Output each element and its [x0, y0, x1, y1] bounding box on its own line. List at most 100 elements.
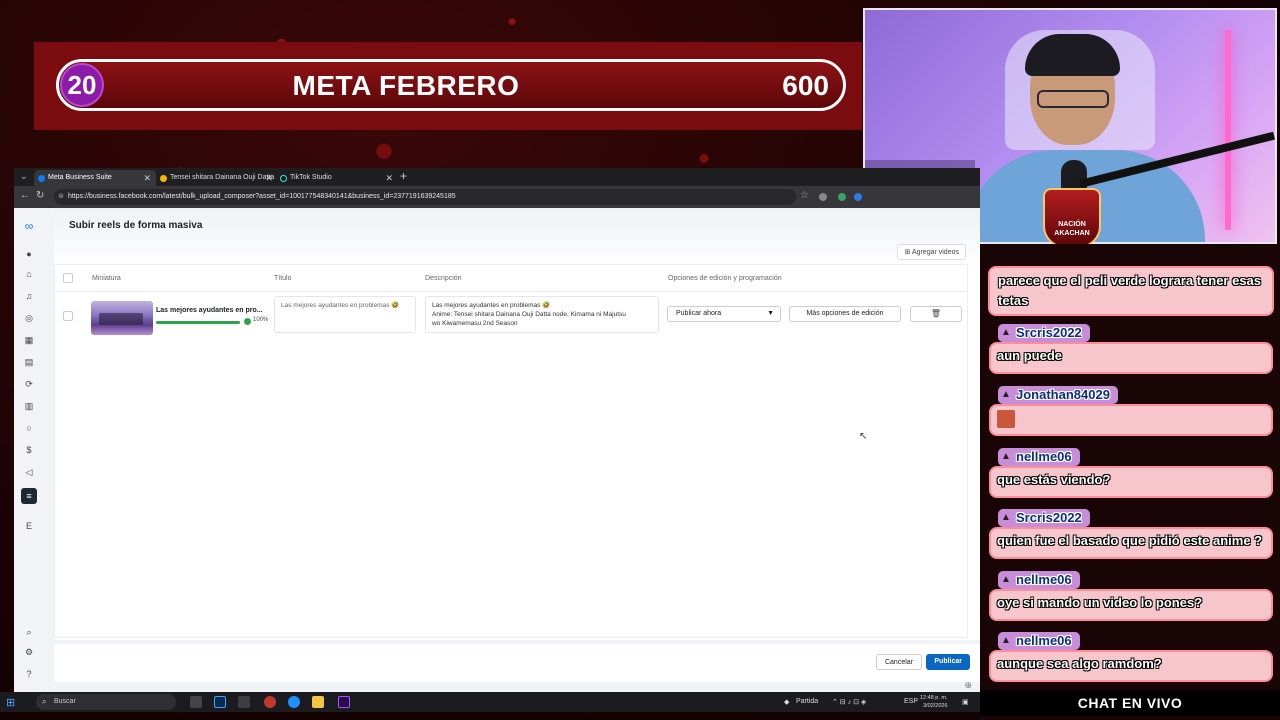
upload-progress-fill [156, 321, 240, 324]
extension-icon[interactable] [854, 193, 862, 201]
windows-start-icon[interactable]: ⊞ [6, 696, 15, 709]
activity-icon[interactable]: ○ [21, 420, 37, 436]
clock-time: 12:48 p. m. [920, 695, 948, 701]
column-header-thumbnail: Miniatura [92, 275, 121, 282]
description-line: wo Kiwamemasu 2nd Season [432, 320, 518, 327]
new-tab-button[interactable]: + [400, 169, 407, 183]
insights-icon[interactable]: ▥ [21, 398, 37, 414]
notifications-icon[interactable]: ▣ [962, 698, 969, 706]
add-videos-label: Agregar videos [911, 249, 959, 256]
column-header-title: Título [274, 275, 292, 282]
chat-username-text: nellme06 [1016, 449, 1072, 464]
extension-icon[interactable] [838, 193, 846, 201]
app-icon[interactable] [264, 696, 276, 708]
more-edit-options-button[interactable]: Más opciones de edición [789, 306, 901, 322]
video-title: Las mejores ayudantes en pro... [156, 307, 263, 314]
chat-username-text: nellme06 [1016, 633, 1072, 648]
description-field[interactable]: Las mejores ayudantes en problemas 🤣 Ani… [425, 296, 659, 333]
tiktok-icon [280, 175, 287, 182]
app-icon[interactable] [238, 696, 250, 708]
upload-progress-bar [156, 321, 240, 324]
tab-label: Meta Business Suite [48, 174, 112, 181]
megaphone-icon[interactable]: ◁ [21, 464, 37, 480]
chat-footer-title: CHAT EN VIVO [980, 690, 1280, 716]
upload-table: Miniatura Título Descripción Opciones de… [54, 264, 968, 638]
feedback-icon[interactable]: ⊕ [964, 680, 972, 691]
chat-username: ▲ Srcris2022 [998, 509, 1090, 527]
search-icon[interactable]: ⌕ [21, 624, 37, 640]
add-videos-button[interactable]: ⊞ Agregar videos [897, 244, 966, 260]
chat-username-text: nellme06 [1016, 572, 1072, 587]
bookmark-star-icon[interactable]: ☆ [800, 190, 809, 201]
clock[interactable]: 12:48 p. m. 3/02/2026 [920, 694, 948, 710]
language-indicator[interactable]: ESP [904, 698, 918, 705]
goal-banner: 20 META FEBRERO 600 [34, 42, 862, 130]
main-content: Subir reels de forma masiva ⊞ Agregar vi… [54, 208, 980, 640]
tab-tiktok-studio[interactable]: TikTok Studio ✕ [276, 170, 398, 186]
chat-message [989, 404, 1273, 436]
task-view-icon[interactable] [190, 696, 202, 708]
webcam-led-strip [1225, 30, 1231, 230]
caret-down-icon: ▼ [767, 310, 774, 317]
photoshop-icon[interactable] [214, 696, 226, 708]
meta-icon [38, 175, 45, 182]
monetization-icon[interactable]: $ [21, 442, 37, 458]
close-icon[interactable]: ✕ [385, 170, 393, 186]
chat-message-text: parece que el peli verde lograra tener e… [998, 273, 1262, 308]
user-icon: ▲ [1001, 451, 1011, 462]
chat-username: ▲ nellme06 [998, 571, 1080, 589]
add-icon: ⊞ [904, 249, 912, 256]
tab-label: TikTok Studio [290, 174, 332, 181]
user-icon: ▲ [1001, 574, 1011, 585]
tab-meta-business-suite[interactable]: Meta Business Suite ✕ [34, 170, 156, 186]
user-icon: ▲ [1001, 327, 1011, 338]
menu-icon[interactable]: ≡ [21, 488, 37, 504]
file-explorer-icon[interactable] [312, 696, 324, 708]
column-header-options: Opciones de edición y programación [668, 275, 782, 282]
close-icon[interactable]: ✕ [143, 170, 151, 186]
taskbar-search[interactable]: ⌕ Buscar [36, 694, 176, 710]
meta-logo-icon[interactable]: ∞ [21, 218, 37, 234]
goal-title: META FEBRERO [292, 70, 520, 101]
user-icon: ▲ [1001, 512, 1011, 523]
cancel-button[interactable]: Cancelar [875, 654, 922, 670]
tray-icons[interactable]: ⌃ ⊟ ♪ ⊡ ◈ [832, 698, 866, 706]
url-text: https://business.facebook.com/latest/bul… [68, 193, 456, 200]
browser-icon[interactable] [288, 696, 300, 708]
planner-icon[interactable]: ▦ [21, 332, 37, 348]
description-line: Las mejores ayudantes en problemas 🤣 [432, 302, 551, 309]
delete-row-button[interactable]: 🗑 [910, 306, 962, 322]
tab-search-icon[interactable]: ⌄ [20, 171, 28, 182]
edit-icon[interactable]: E [21, 518, 37, 534]
row-checkbox[interactable] [63, 311, 73, 321]
home-icon[interactable]: ⌂ [21, 266, 37, 282]
taskbar-search-placeholder: Buscar [54, 698, 76, 705]
inbox-icon[interactable]: ▤ [21, 354, 37, 370]
help-icon[interactable]: ? [21, 666, 37, 682]
publish-option-select[interactable]: Publicar ahora ▼ [667, 306, 781, 322]
back-icon[interactable]: ← [20, 190, 30, 201]
chat-username: ▲ nellme06 [998, 448, 1080, 466]
settings-gear-icon[interactable]: ⚙ [21, 644, 37, 660]
publish-button[interactable]: Publicar [926, 654, 970, 670]
ads-icon[interactable]: ⟳ [21, 376, 37, 392]
close-icon[interactable]: ✕ [265, 170, 273, 186]
reload-icon[interactable]: ↻ [36, 190, 44, 201]
extension-icon[interactable] [819, 193, 827, 201]
url-input[interactable]: ⊜ https://business.facebook.com/latest/b… [54, 189, 796, 205]
premiere-icon[interactable] [338, 696, 350, 708]
video-thumbnail[interactable] [91, 301, 153, 335]
notifications-icon[interactable]: ♫ [21, 288, 37, 304]
footer-bar: Cancelar Publicar [54, 644, 980, 682]
search-icon: ⌕ [42, 697, 47, 706]
chat-username: ▲ Jonathan84029 [998, 386, 1118, 404]
chat-username-text: Srcris2022 [1016, 510, 1082, 525]
tab-tensei[interactable]: Tensei shitara Dainana Ouji Datta ✕ [156, 170, 278, 186]
profile-avatar[interactable]: ● [21, 246, 37, 262]
goal-pill: 20 META FEBRERO 600 [56, 59, 846, 111]
title-field[interactable]: Las mejores ayudantes en problemas 🤣 [274, 296, 416, 333]
emote-icon [997, 410, 1015, 428]
content-icon[interactable]: ◎ [21, 310, 37, 326]
select-all-checkbox[interactable] [63, 273, 73, 283]
site-info-icon[interactable]: ⊜ [58, 189, 64, 205]
